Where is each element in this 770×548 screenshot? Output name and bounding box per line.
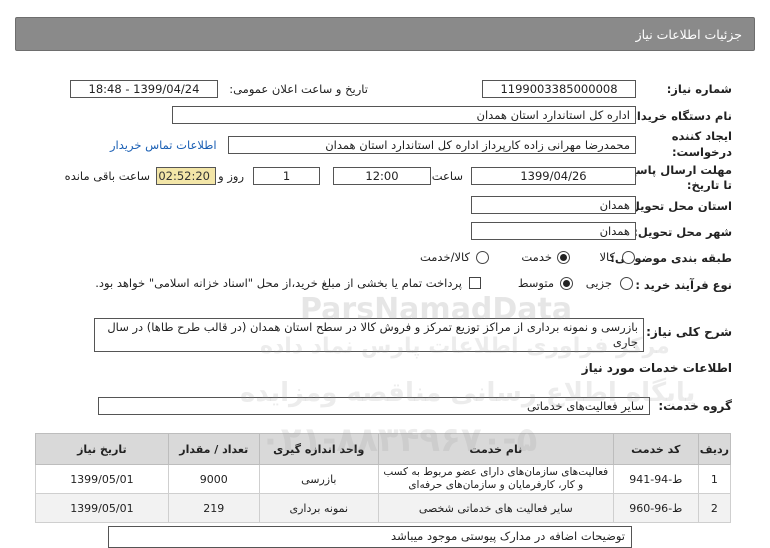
need-desc-field: بازرسی و نمونه برداری از مراکز توزیع تمر… (94, 318, 644, 352)
treasury-note: پرداخت تمام یا بخشی از مبلغ خرید،از محل … (95, 276, 462, 290)
need-number-field: 1199003385000008 (482, 80, 636, 98)
service-group-label: گروه خدمت: (658, 399, 732, 413)
table-header-row: ردیف کد خدمت نام خدمت واحد اندازه گیری ت… (35, 433, 732, 465)
cell-service-code: ط-96-960 (612, 493, 699, 523)
table-row: 2 ط-96-960 سایر فعالیت های خدماتی شخصی ن… (35, 493, 732, 523)
creator-label-2: درخواست: (671, 145, 732, 159)
buyer-contact-link[interactable]: اطلاعات تماس خریدار (110, 138, 217, 152)
province-field: همدان (471, 196, 636, 214)
page-header: جزئیات اطلاعات نیاز (15, 17, 755, 51)
services-info-heading: اطلاعات خدمات مورد نیاز (581, 361, 732, 375)
cell-service-code: ط-94-941 (612, 464, 699, 494)
remaining-label: ساعت باقی مانده (64, 169, 150, 183)
cell-service-name: فعالیت‌های سازمان‌های دارای عضو مربوط به… (377, 464, 614, 494)
process-type-label: نوع فرآیند خرید : (635, 278, 732, 292)
category-goods-service-label: کالا/خدمت (419, 250, 470, 264)
cell-need-date: 1399/05/01 (35, 464, 169, 494)
buyer-org-field: اداره کل استاندارد استان همدان (172, 106, 636, 124)
category-service-radio[interactable] (557, 251, 570, 264)
deadline-label-1: مهلت ارسال پاسخ: (623, 163, 732, 177)
province-label: استان محل تحویل: (625, 199, 732, 213)
cell-unit: نمونه برداری (258, 493, 379, 523)
category-goods-radio[interactable] (622, 251, 635, 264)
treasury-checkbox[interactable] (469, 277, 481, 289)
days-field: 1 (253, 167, 320, 185)
col-unit: واحد اندازه گیری (258, 433, 379, 465)
col-quantity: تعداد / مقدار (167, 433, 260, 465)
col-service-name: نام خدمت (377, 433, 614, 465)
creator-field: محمدرضا مهرانی زاده کارپرداز اداره کل اس… (228, 136, 636, 154)
process-medium-radio[interactable] (560, 277, 573, 290)
col-service-code: کد خدمت (612, 433, 699, 465)
cell-need-date: 1399/05/01 (35, 493, 169, 523)
process-medium-label: متوسط (517, 276, 554, 290)
page-title: جزئیات اطلاعات نیاز (635, 27, 742, 42)
need-number-label: شماره نیاز: (666, 82, 732, 96)
city-field: همدان (471, 222, 636, 240)
buyer-org-label: نام دستگاه خریدار: (625, 109, 732, 123)
table-row: 1 ط-94-941 فعالیت‌های سازمان‌های دارای ع… (35, 464, 732, 494)
process-partial-label: جزیی (585, 276, 612, 290)
cell-service-name: سایر فعالیت های خدماتی شخصی (377, 493, 614, 523)
col-row-number: ردیف (697, 433, 732, 465)
announce-datetime-field: 1399/04/24 - 18:48 (70, 80, 218, 98)
category-goods-label: کالا (599, 250, 615, 264)
cell-row-number: 2 (697, 493, 732, 523)
need-desc-label: شرح کلی نیاز: (646, 325, 732, 339)
remaining-time-field: 02:52:20 (156, 167, 216, 185)
days-label: روز و (218, 169, 244, 183)
category-goods-service-radio[interactable] (476, 251, 489, 264)
creator-label-1: ایجاد کننده (671, 129, 732, 143)
category-service-label: خدمت (521, 250, 552, 264)
city-label: شهر محل تحویل: (633, 225, 732, 239)
process-partial-radio[interactable] (620, 277, 633, 290)
deadline-date-field: 1399/04/26 (471, 167, 636, 185)
deadline-time-label: ساعت (431, 169, 463, 183)
col-need-date: تاریخ نیاز (35, 433, 169, 465)
cell-quantity: 9000 (167, 464, 260, 494)
cell-quantity: 219 (167, 493, 260, 523)
cell-row-number: 1 (697, 464, 732, 494)
deadline-label-2: تا تاریخ: (686, 178, 732, 192)
announce-datetime-label: تاریخ و ساعت اعلان عمومی: (229, 82, 368, 96)
cell-unit: بازرسی (258, 464, 379, 494)
deadline-time-field: 12:00 (333, 167, 431, 185)
services-table: ردیف کد خدمت نام خدمت واحد اندازه گیری ت… (35, 433, 732, 523)
service-group-field: سایر فعالیت‌های خدماتی (98, 397, 650, 415)
